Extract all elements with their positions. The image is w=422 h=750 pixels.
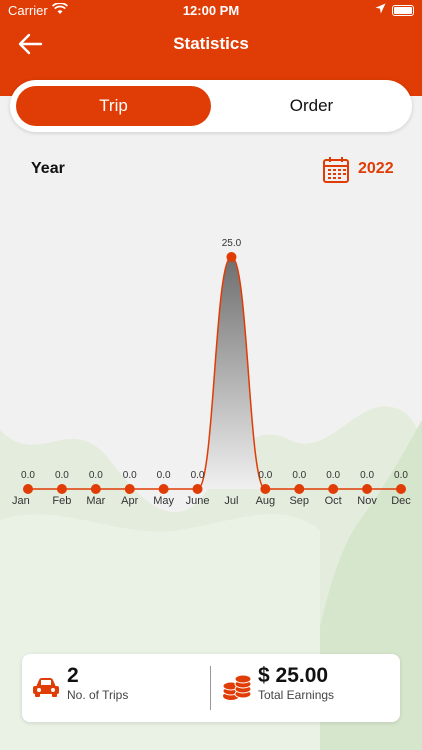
trip-chart: 0.0 0.0 0.0 0.0 0.0 0.0 25.0 0.0 0.0 0.0 0.0 0.0 Ja…: [12, 238, 411, 507]
earnings-label: Total Earnings: [258, 688, 335, 702]
data-point[interactable]: [90, 484, 101, 494]
x-tick-label: June: [186, 495, 210, 507]
coins-icon: [222, 674, 252, 700]
divider: [210, 666, 211, 710]
x-tick-label: Mar: [86, 495, 105, 507]
x-tick-label: May: [153, 495, 174, 507]
data-point[interactable]: [260, 484, 271, 494]
x-tick-label: Apr: [121, 495, 138, 507]
x-tick-label: Oct: [325, 495, 342, 507]
data-point[interactable]: [23, 484, 33, 494]
data-point[interactable]: [396, 484, 406, 494]
summary-card: 2 No. of Trips $ 25.00 Total Earnings: [22, 654, 400, 722]
data-point[interactable]: [158, 484, 169, 494]
x-tick-label: Dec: [391, 495, 411, 507]
x-tick-label: Jan: [12, 495, 30, 507]
data-value-label: 25.0: [222, 238, 242, 249]
data-point[interactable]: [328, 484, 339, 494]
car-icon: [33, 678, 59, 697]
data-point[interactable]: [294, 484, 305, 494]
data-value-label: 0.0: [394, 470, 408, 481]
x-tick-label: Nov: [357, 495, 377, 507]
data-point[interactable]: [192, 484, 203, 494]
data-value-label: 0.0: [89, 470, 103, 481]
data-value-label: 0.0: [326, 470, 340, 481]
x-tick-label: Aug: [256, 495, 276, 507]
data-point[interactable]: [362, 484, 373, 494]
data-value-label: 0.0: [21, 470, 35, 481]
data-value-label: 0.0: [258, 470, 272, 481]
trips-label: No. of Trips: [67, 688, 129, 702]
data-value-label: 0.0: [292, 470, 306, 481]
x-tick-label: Sep: [289, 495, 309, 507]
x-tick-label: Jul: [224, 495, 238, 507]
data-point[interactable]: [226, 252, 237, 262]
trips-count: 2: [67, 664, 79, 687]
data-value-label: 0.0: [55, 470, 69, 481]
data-value-label: 0.0: [360, 470, 374, 481]
data-point[interactable]: [124, 484, 135, 494]
x-tick-label: Feb: [52, 495, 71, 507]
data-value-label: 0.0: [157, 470, 171, 481]
data-point[interactable]: [56, 484, 67, 494]
earnings-amount: $ 25.00: [258, 664, 329, 687]
data-value-label: 0.0: [123, 470, 137, 481]
data-value-label: 0.0: [191, 470, 205, 481]
